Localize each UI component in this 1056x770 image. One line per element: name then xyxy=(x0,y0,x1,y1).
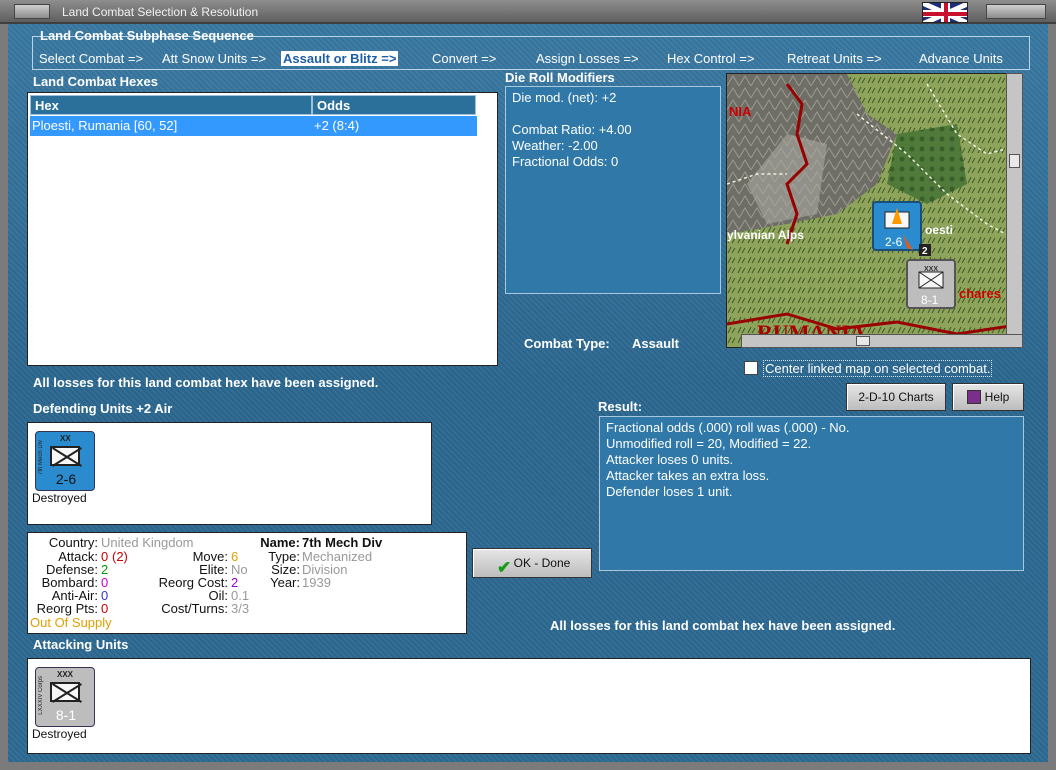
map-terrain: NIA ylvanian Alps oesti chares RUMANIA 2… xyxy=(727,74,1022,347)
column-header-hex[interactable]: Hex xyxy=(30,95,312,115)
system-menu-button[interactable] xyxy=(14,4,50,19)
map-unit-attacker-strength: 8-1 xyxy=(921,293,939,307)
step-convert[interactable]: Convert => xyxy=(432,51,496,66)
defending-heading: Defending Units +2 Air xyxy=(33,401,173,416)
map-unit-defender-strength: 2-6 xyxy=(885,235,903,249)
combat-ratio: Combat Ratio: +4.00 xyxy=(512,122,632,137)
window-controls[interactable] xyxy=(986,4,1046,19)
map-unit-stack-count: 2 xyxy=(922,246,928,257)
name-value: 7th Mech Div xyxy=(302,535,383,550)
map-horizontal-thumb[interactable] xyxy=(856,336,870,346)
step-select-combat[interactable]: Select Combat => xyxy=(39,51,143,66)
combat-type-value: Assault xyxy=(632,336,679,351)
result-panel: Fractional odds (.000) roll was (.000) -… xyxy=(599,416,1024,571)
attacking-heading: Attacking Units xyxy=(33,637,129,652)
result-heading: Result: xyxy=(598,399,643,414)
unit-strength: 2-6 xyxy=(55,471,77,487)
checkmark-icon: ✔ xyxy=(497,558,512,577)
result-line: Fractional odds (.000) roll was (.000) -… xyxy=(606,420,850,435)
column-header-odds[interactable]: Odds xyxy=(312,95,476,115)
uk-flag-icon xyxy=(922,2,968,23)
attacking-unit-counter[interactable]: XXX LXXXIV Corps 8-1 xyxy=(35,667,95,727)
window-title: Land Combat Selection & Resolution xyxy=(62,5,259,19)
ok-done-label: OK - Done xyxy=(513,556,571,570)
attacking-units-panel: XXX LXXXIV Corps 8-1 Destroyed xyxy=(27,658,1031,754)
map-label-bucharest: chares xyxy=(959,286,1001,301)
die-roll-panel: Die mod. (net): +2 Combat Ratio: +4.00 W… xyxy=(505,86,721,294)
supply-status: Out Of Supply xyxy=(30,615,112,630)
result-line: Defender loses 1 unit. xyxy=(606,484,733,499)
map-unit-attacker[interactable]: XXX 8-1 xyxy=(906,259,956,309)
defending-units-panel: XX 7th Mech Div 2-6 Destroyed xyxy=(27,422,432,525)
unit-size-label: XX xyxy=(60,434,71,443)
step-hex-control[interactable]: Hex Control => xyxy=(667,51,754,66)
reorg-pts-value: 0 xyxy=(101,601,109,616)
step-assault-or-blitz[interactable]: Assault or Blitz => xyxy=(281,51,399,66)
ok-done-button[interactable]: ✔ OK - Done xyxy=(472,548,592,578)
year-key: Year: xyxy=(270,575,300,590)
cost-turns-key: Cost/Turns: xyxy=(161,601,228,616)
result-line: Attacker takes an extra loss. xyxy=(606,468,770,483)
map-label-alps: ylvanian Alps xyxy=(727,228,804,242)
help-book-icon xyxy=(967,390,981,404)
die-roll-heading: Die Roll Modifiers xyxy=(505,70,615,85)
map-label-city: oesti xyxy=(925,223,953,237)
unit-name-label: 7th Mech Div xyxy=(38,440,44,476)
combat-type-label: Combat Type: xyxy=(524,336,610,351)
name-key: Name: xyxy=(260,535,300,550)
infantry-corps-icon xyxy=(50,682,80,702)
unit-size-label: XXX xyxy=(57,670,74,679)
center-map-checkbox[interactable] xyxy=(744,361,758,375)
help-button-label: Help xyxy=(984,390,1010,404)
subphase-heading: Land Combat Subphase Sequence xyxy=(40,28,254,43)
result-line: Attacker loses 0 units. xyxy=(606,452,734,467)
attacking-unit-status: Destroyed xyxy=(32,727,87,741)
hexes-heading: Land Combat Hexes xyxy=(33,74,158,89)
year-value: 1939 xyxy=(302,575,331,590)
defending-unit-status: Destroyed xyxy=(32,491,87,505)
cell-odds: +2 (8:4) xyxy=(314,118,360,133)
center-map-label[interactable]: Center linked map on selected combat. xyxy=(763,360,993,377)
table-row[interactable]: Ploesti, Rumania [60, 52] +2 (8:4) xyxy=(30,116,477,136)
step-retreat-units[interactable]: Retreat Units => xyxy=(787,51,882,66)
status-losses-top: All losses for this land combat hex have… xyxy=(33,375,379,390)
charts-button[interactable]: 2-D-10 Charts xyxy=(846,383,946,411)
attack-extra-value: (2) xyxy=(112,549,128,564)
step-assign-losses[interactable]: Assign Losses => xyxy=(536,51,639,66)
hexes-table: Hex Odds Ploesti, Rumania [60, 52] +2 (8… xyxy=(27,92,498,366)
linked-map[interactable]: NIA ylvanian Alps oesti chares RUMANIA 2… xyxy=(726,73,1023,348)
map-horizontal-scrollbar[interactable] xyxy=(741,334,1023,348)
unit-info-panel: Country: United Kingdom Attack: 0 (2) De… xyxy=(27,532,467,634)
step-advance-units[interactable]: Advance Units xyxy=(919,51,1003,66)
weather-mod: Weather: -2.00 xyxy=(512,138,598,153)
die-mod-net: Die mod. (net): +2 xyxy=(512,90,617,105)
map-vertical-thumb[interactable] xyxy=(1009,154,1020,168)
help-button[interactable]: Help xyxy=(952,383,1024,411)
country-value: United Kingdom xyxy=(101,535,194,550)
status-losses-bottom: All losses for this land combat hex have… xyxy=(550,618,896,633)
result-line: Unmodified roll = 20, Modified = 22. xyxy=(606,436,812,451)
mech-infantry-icon xyxy=(50,446,80,466)
step-att-snow-units[interactable]: Att Snow Units => xyxy=(162,51,266,66)
cost-turns-value: 3/3 xyxy=(231,601,250,616)
fractional-odds: Fractional Odds: 0 xyxy=(512,154,619,169)
map-label-region: NIA xyxy=(729,104,752,119)
map-vertical-scrollbar[interactable] xyxy=(1006,73,1023,335)
country-key: Country: xyxy=(48,535,98,550)
reorg-pts-key: Reorg Pts: xyxy=(36,601,98,616)
unit-strength: 8-1 xyxy=(55,707,77,723)
defending-unit-counter[interactable]: XX 7th Mech Div 2-6 xyxy=(35,431,95,491)
title-bar: Land Combat Selection & Resolution xyxy=(0,0,1056,24)
cell-hex: Ploesti, Rumania [60, 52] xyxy=(32,118,178,133)
